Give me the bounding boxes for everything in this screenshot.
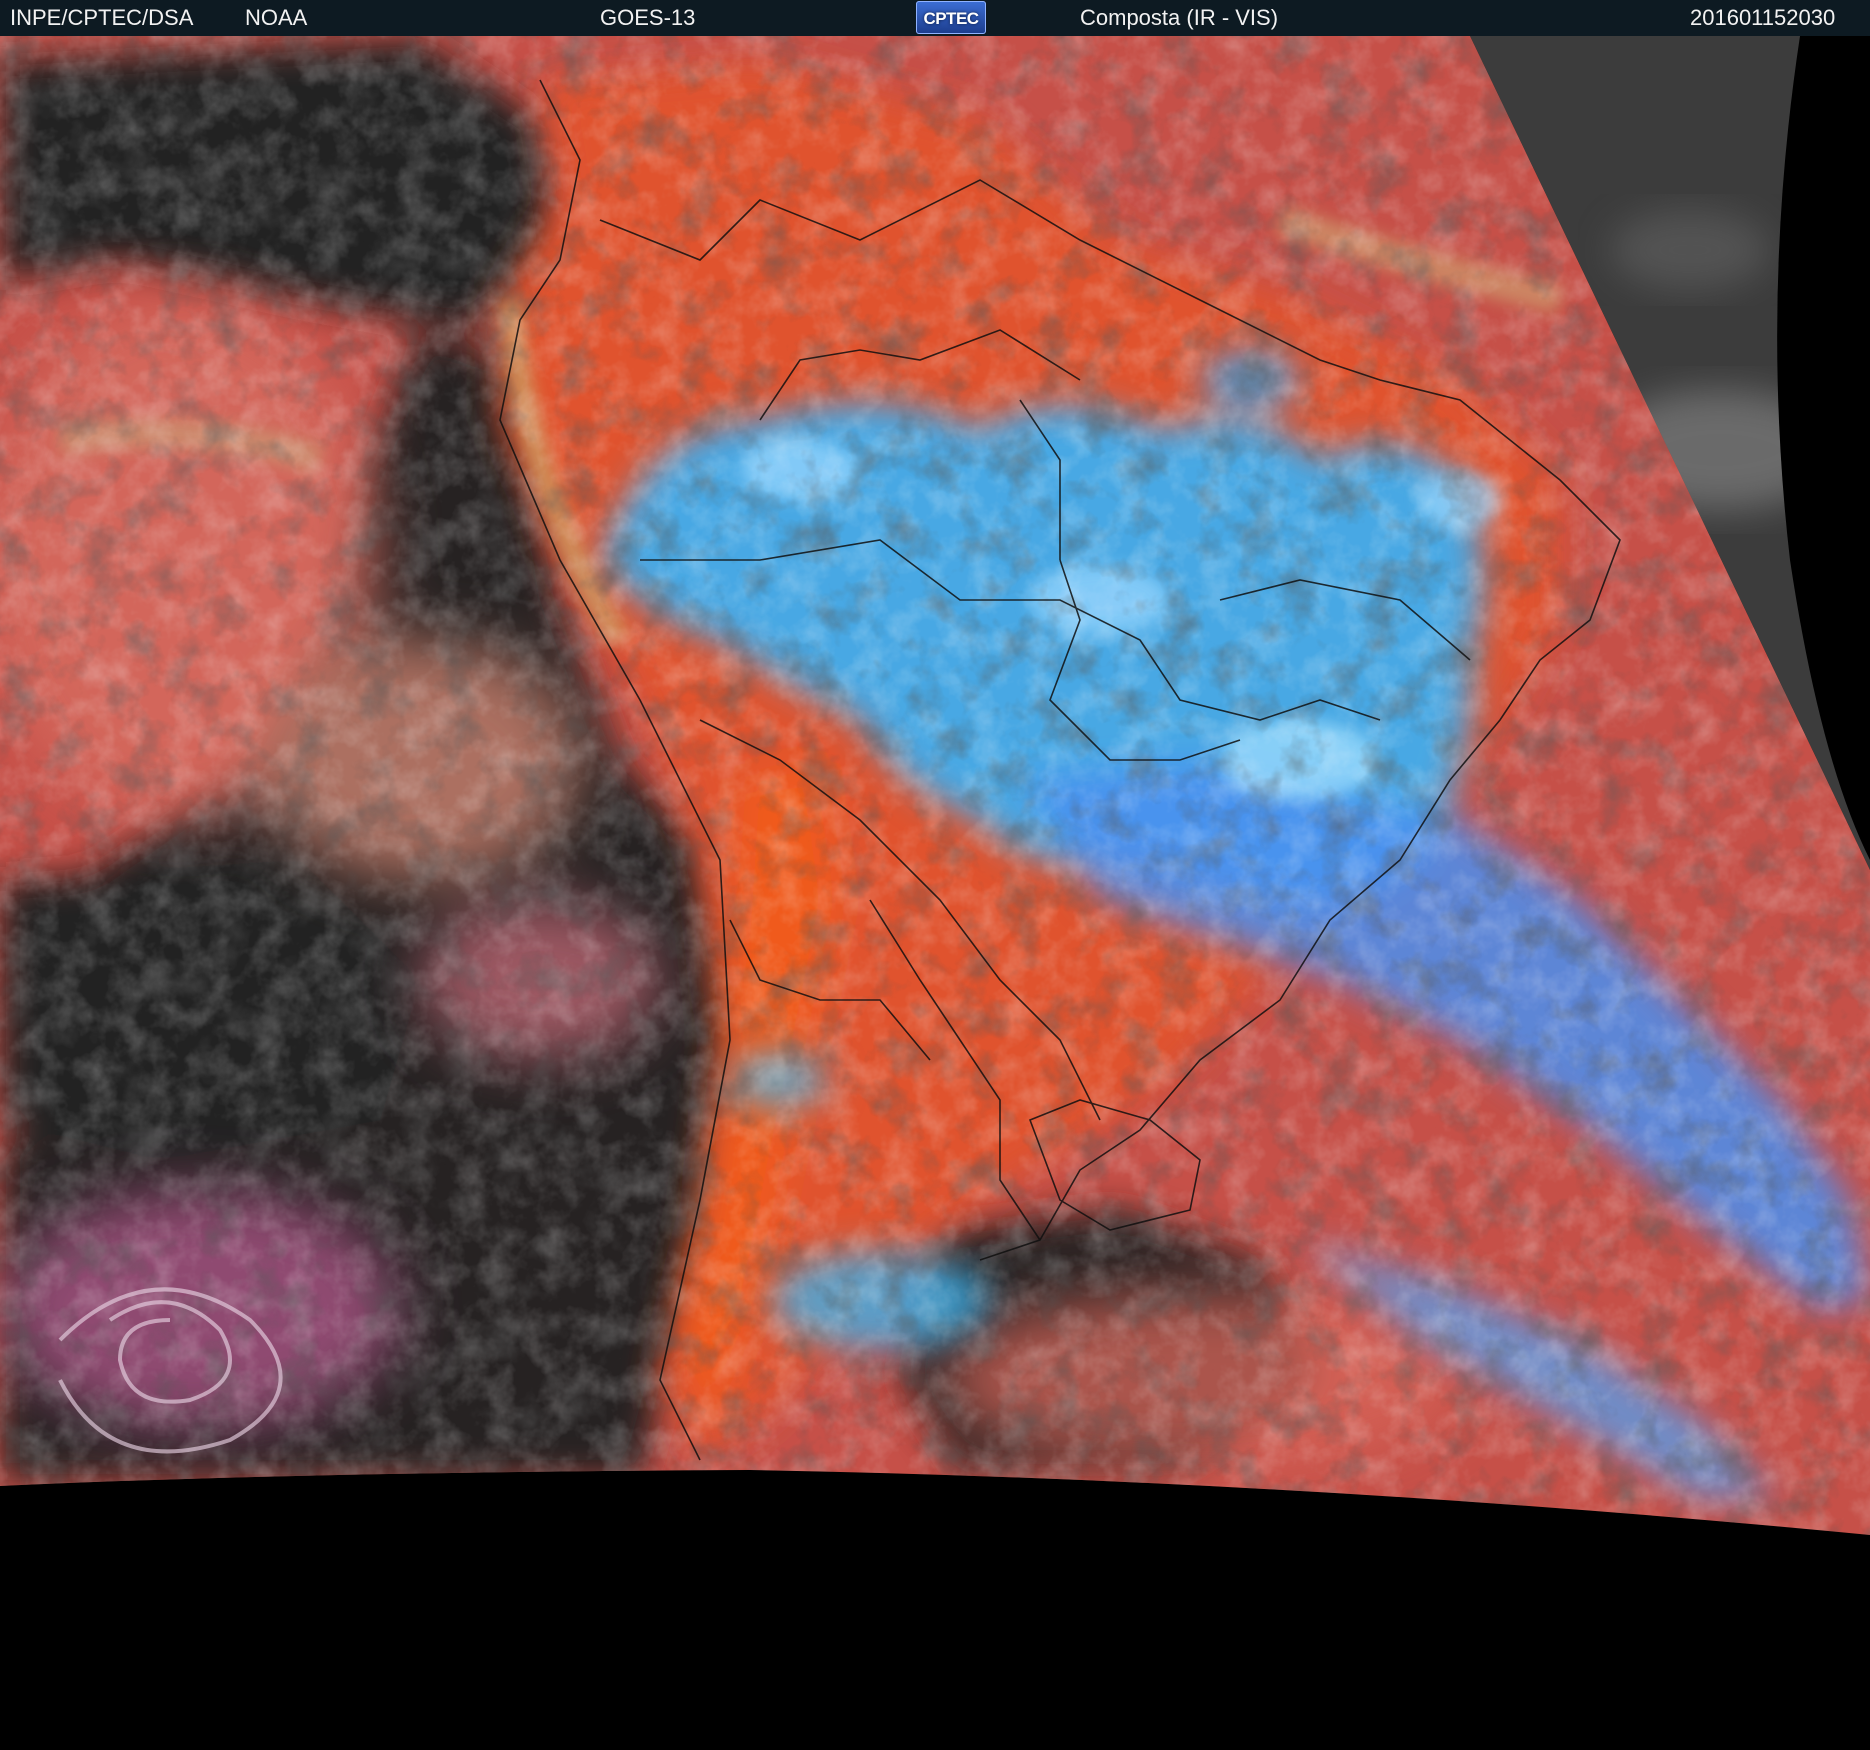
agency-label: NOAA xyxy=(245,5,308,30)
header-bar: INPE/CPTEC/DSA NOAA GOES-13 CPTEC Compos… xyxy=(0,0,1870,36)
source-label: INPE/CPTEC/DSA xyxy=(10,5,194,30)
satellite-composite-image xyxy=(0,36,1870,1750)
cptec-logo-text: CPTEC xyxy=(923,9,979,28)
cptec-logo: CPTEC xyxy=(916,1,986,34)
product-label: Composta (IR - VIS) xyxy=(1080,5,1279,30)
timestamp-label: 201601152030 xyxy=(1690,5,1836,30)
satellite-label: GOES-13 xyxy=(600,5,696,30)
